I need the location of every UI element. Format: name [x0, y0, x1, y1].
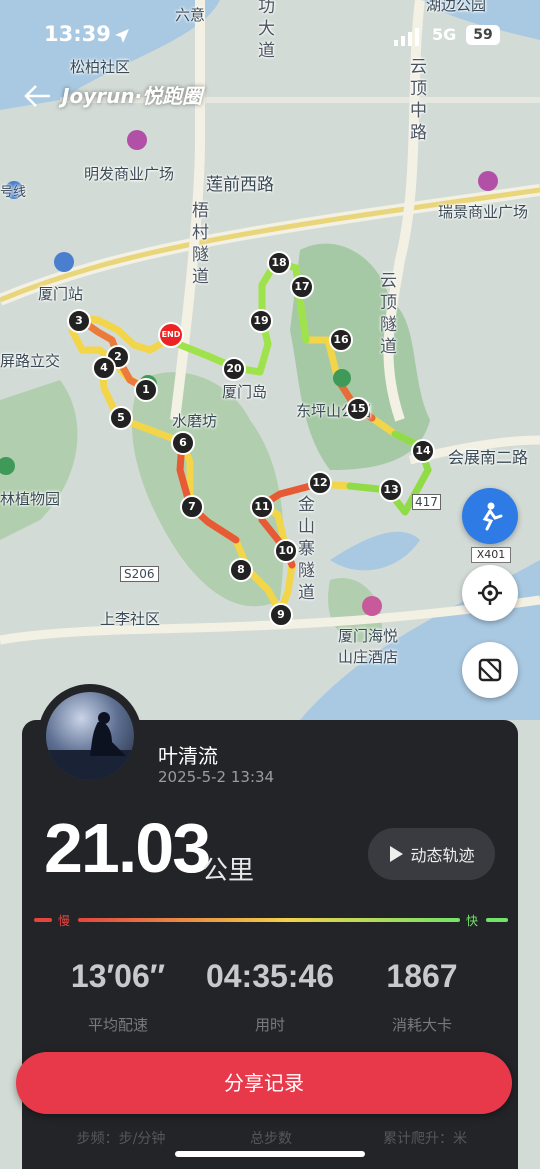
avatar-photo [46, 712, 134, 780]
cadence-label: 步频：步/分钟 [76, 1131, 166, 1147]
route-marker-4: 4 [92, 356, 116, 380]
map-label-xiamenzhan: 厦门站 [38, 285, 84, 303]
run-date: 2025-5-2 13:34 [158, 768, 275, 786]
map-label-haoxian: 号线 [0, 185, 27, 200]
route-marker-13: 13 [379, 478, 403, 502]
route-marker-18: 18 [267, 251, 291, 275]
map-label-417: 417 [412, 494, 441, 510]
replay-track-button[interactable]: 动态轨迹 [368, 828, 495, 880]
status-time: 13:39 [44, 22, 111, 46]
route-marker-14: 14 [411, 439, 435, 463]
route-marker-17: 17 [290, 275, 314, 299]
map-label-yunding: 云顶隧道 [380, 271, 397, 357]
share-record-button[interactable]: 分享记录 [16, 1052, 512, 1114]
crosshair-icon [478, 581, 502, 605]
location-arrow-icon [115, 29, 129, 43]
map-label-shangli: 上李社区 [100, 610, 161, 628]
map-layer-button[interactable] [462, 642, 518, 698]
runner-icon [482, 502, 503, 531]
app-brand: Joyrun·悦跑圈 [62, 84, 203, 108]
map-label-mingfa: 明发商业广场 [84, 165, 175, 183]
distance-unit: 公里 [202, 856, 255, 886]
route-marker-7: 7 [180, 495, 204, 519]
home-indicator[interactable] [175, 1151, 365, 1157]
duration-label: 用时 [254, 1016, 285, 1034]
map-label-huizhan: 会展南二路 [448, 448, 529, 467]
play-icon [390, 846, 404, 862]
map-label-s206: S206 [120, 566, 159, 582]
road-badge: X401 [471, 547, 511, 563]
route-marker-19: 19 [249, 309, 273, 333]
status-bar: 13:39 5G 59 [0, 0, 540, 70]
pace-legend-bar [34, 918, 508, 922]
map-layer-icon [478, 658, 502, 682]
route-end-marker: END [158, 322, 184, 348]
route-marker-3: 3 [67, 309, 91, 333]
map-label-zhiwuyuan: 林植物园 [0, 490, 61, 508]
duration-value: 04:35:46 [205, 958, 335, 994]
map-label-wucun: 梧村隧道 [192, 201, 209, 287]
pace-slow-label: 慢 [58, 914, 71, 928]
route-marker-9: 9 [269, 603, 293, 627]
avg-pace-value: 13′06′′ [70, 958, 166, 994]
route-marker-1: 1 [134, 378, 158, 402]
pace-fast-label: 快 [466, 914, 479, 928]
replay-track-label: 动态轨迹 [410, 846, 475, 865]
calories-value: 1867 [386, 958, 458, 994]
route-marker-5: 5 [109, 406, 133, 430]
map-label-lianqian: 莲前西路 [206, 175, 274, 195]
map-label-xiamendao: 厦门岛 [222, 383, 268, 401]
distance-value: 21.03 [44, 809, 211, 887]
battery-level: 59 [466, 25, 500, 45]
elevation-label: 累计爬升：米 [383, 1131, 467, 1147]
locate-button[interactable] [462, 565, 518, 621]
route-marker-10: 10 [274, 539, 298, 563]
avg-pace-label: 平均配速 [87, 1016, 148, 1034]
route-marker-12: 12 [308, 471, 332, 495]
route-marker-6: 6 [171, 431, 195, 455]
signal-icon [394, 28, 419, 46]
route-marker-11: 11 [250, 495, 274, 519]
route-marker-16: 16 [329, 328, 353, 352]
sport-mode-button[interactable] [462, 488, 518, 544]
total-steps-label: 总步数 [250, 1131, 292, 1147]
route-marker-8: 8 [229, 558, 253, 582]
user-name: 叶清流 [158, 744, 218, 768]
avatar[interactable] [46, 692, 134, 780]
route-marker-15: 15 [346, 397, 370, 421]
back-arrow-icon[interactable] [22, 82, 52, 110]
map-label-pinglu: 屏路立交 [0, 352, 61, 370]
route-marker-20: 20 [222, 357, 246, 381]
network-type: 5G [432, 25, 457, 44]
map-label-haiyue: 厦门海悦山庄酒店 [338, 627, 399, 666]
map-label-shuimofang: 水磨坊 [172, 412, 218, 430]
calories-label: 消耗大卡 [391, 1016, 452, 1034]
map-label-jinshan: 金山寨隧道 [298, 495, 315, 603]
map-label-ruijing: 瑞景商业广场 [438, 203, 529, 221]
